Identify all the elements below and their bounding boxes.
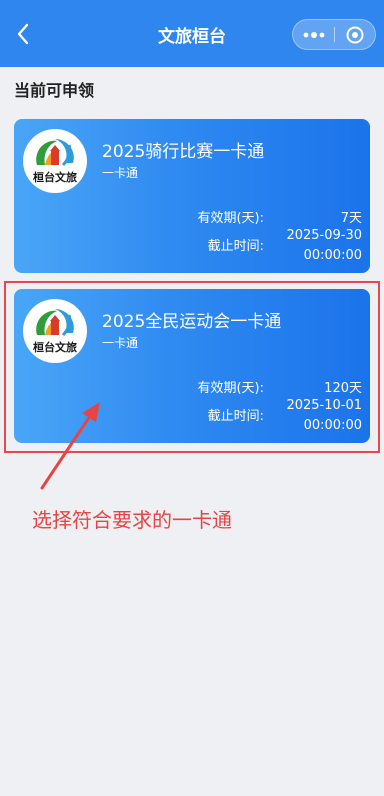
card-logo: 桓台文旅 — [23, 129, 87, 193]
section-title: 当前可申领 — [14, 81, 95, 100]
logo-text: 桓台文旅 — [33, 341, 77, 354]
mini-program-capsule — [292, 19, 376, 50]
card-item[interactable]: 桓台文旅 2025全民运动会一卡通 一卡通 有效期(天): 120天 截止时间:… — [14, 289, 370, 443]
card-name: 2025骑行比赛一卡通 — [102, 142, 265, 162]
deadline-date: 2025-10-01 — [286, 398, 362, 413]
validity-value: 7天 — [340, 211, 362, 226]
validity-label: 有效期(天): — [197, 381, 264, 396]
card-logo: 桓台文旅 — [23, 299, 87, 363]
deadline-date: 2025-09-30 — [286, 228, 362, 243]
target-close-icon — [346, 26, 364, 43]
close-button[interactable] — [335, 20, 375, 49]
more-dots-icon — [303, 31, 325, 38]
card-name: 2025全民运动会一卡通 — [102, 312, 282, 332]
deadline-time: 00:00:00 — [303, 418, 362, 433]
annotation-text: 选择符合要求的一卡通 — [32, 508, 232, 532]
deadline-label: 截止时间: — [207, 409, 264, 424]
card-subtitle: 一卡通 — [102, 336, 139, 350]
logo-text: 桓台文旅 — [33, 171, 77, 184]
validity-value: 120天 — [324, 381, 362, 396]
card-item[interactable]: 桓台文旅 2025骑行比赛一卡通 一卡通 有效期(天): 7天 截止时间: 20… — [14, 119, 370, 273]
deadline-time: 00:00:00 — [303, 248, 362, 263]
more-button[interactable] — [293, 20, 335, 49]
navbar: 文旅桓台 — [0, 0, 384, 67]
card-subtitle: 一卡通 — [102, 166, 139, 180]
validity-label: 有效期(天): — [197, 211, 264, 226]
deadline-label: 截止时间: — [207, 239, 264, 254]
